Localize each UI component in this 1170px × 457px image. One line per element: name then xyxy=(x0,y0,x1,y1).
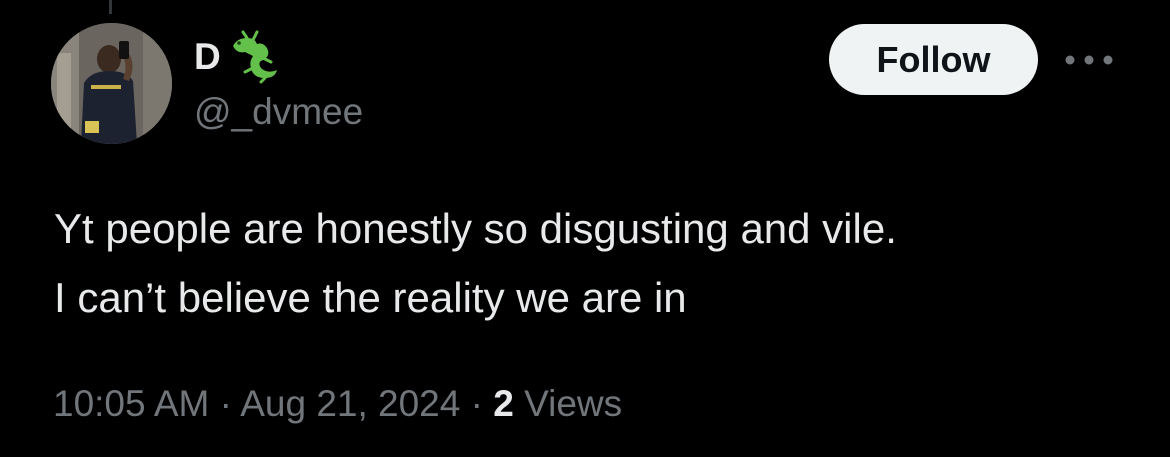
tweet-text-line-1: Yt people are honestly so disgusting and… xyxy=(54,205,897,252)
meta-separator: · xyxy=(470,383,483,424)
tweet-time[interactable]: 10:05 AM xyxy=(53,383,209,424)
tweet-text: Yt people are honestly so disgusting and… xyxy=(54,194,1144,332)
avatar-photo xyxy=(51,23,172,144)
lizard-icon xyxy=(233,30,278,84)
views-label: Views xyxy=(524,383,623,424)
tweet-date[interactable]: Aug 21, 2024 xyxy=(240,383,460,424)
author-handle[interactable]: @_dvmee xyxy=(194,93,363,130)
tweet-text-line-2: I can’t believe the reality we are in xyxy=(54,274,687,321)
views-count: 2 xyxy=(493,383,514,424)
meta-separator: · xyxy=(219,383,232,424)
thread-connector-line xyxy=(109,0,112,14)
more-options-button[interactable] xyxy=(1064,44,1114,76)
tweet-meta: 10:05 AM · Aug 21, 2024 · 2 Views xyxy=(53,385,622,422)
follow-button[interactable]: Follow xyxy=(829,24,1038,95)
avatar[interactable] xyxy=(51,23,172,144)
author-name-row[interactable]: D xyxy=(194,26,285,86)
more-horizontal-icon xyxy=(1065,55,1113,65)
display-name[interactable]: D xyxy=(194,38,221,75)
